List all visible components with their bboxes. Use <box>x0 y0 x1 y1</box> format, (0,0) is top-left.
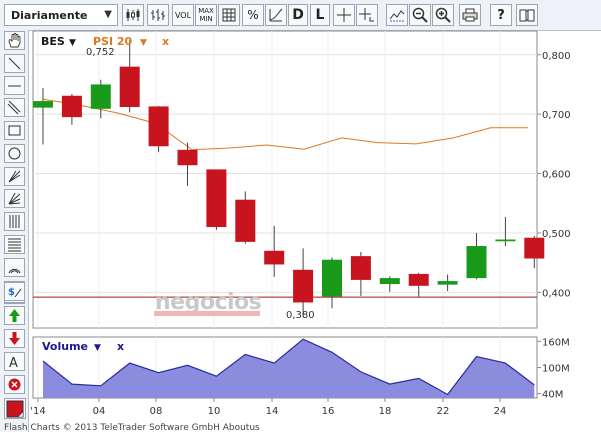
candle-up <box>466 246 487 279</box>
volume-tick-label: 100M <box>542 364 570 375</box>
volume-label[interactable]: Volume <box>42 340 88 353</box>
candle-down <box>293 269 314 303</box>
candle-down <box>119 66 140 108</box>
price-tick-label: 0,800 <box>542 51 571 62</box>
candle-up <box>90 84 111 109</box>
candle-up <box>33 101 53 108</box>
x-tick-label: 16 <box>322 406 335 417</box>
candle-down <box>148 106 169 147</box>
high-annotation: 0,752 <box>86 47 115 58</box>
watermark-bar <box>154 311 260 316</box>
price-panel-frame <box>32 30 538 329</box>
price-tick-label: 0,700 <box>542 110 571 121</box>
x-tick-label: 14 <box>266 406 279 417</box>
volume-tick-label: 40M <box>542 390 563 401</box>
x-tick-label: 08 <box>150 406 163 417</box>
price-chart[interactable]: 0,800 0,700 0,600 0,500 0,400 '14 04 08 10 14 16 18… <box>0 0 601 432</box>
x-tick-label: 24 <box>494 406 507 417</box>
price-tick-label: 0,500 <box>542 229 571 240</box>
candle-down <box>264 250 285 265</box>
price-tick-label: 0,400 <box>542 288 571 299</box>
x-tick-label: '14 <box>30 406 45 417</box>
candle-down <box>177 149 198 166</box>
volume-dropdown-icon[interactable]: ▼ <box>94 343 101 353</box>
x-tick-label: 04 <box>93 406 106 417</box>
candle-up <box>495 239 516 242</box>
volume-tick-label: 160M <box>542 337 570 348</box>
symbol-dropdown-icon[interactable]: ▼ <box>69 38 76 48</box>
compare-remove-button[interactable]: x <box>162 35 169 48</box>
symbol-label[interactable]: BES <box>41 35 65 48</box>
price-tick-label: 0,600 <box>542 170 571 181</box>
candle-down <box>61 95 82 118</box>
candle-up <box>379 278 400 285</box>
candle-down <box>235 199 256 242</box>
compare-dropdown-icon[interactable]: ▼ <box>140 38 147 48</box>
x-tick-label: 10 <box>208 406 221 417</box>
candle-up <box>322 259 342 297</box>
x-tick-label: 22 <box>437 406 450 417</box>
candle-down <box>350 256 371 280</box>
candle-down <box>206 169 227 228</box>
candle-down <box>524 237 545 259</box>
x-tick-label: 18 <box>379 406 392 417</box>
volume-remove-button[interactable]: x <box>117 340 124 353</box>
candle-down <box>408 273 429 286</box>
candle-up <box>437 281 458 285</box>
low-annotation: 0,380 <box>286 310 315 321</box>
